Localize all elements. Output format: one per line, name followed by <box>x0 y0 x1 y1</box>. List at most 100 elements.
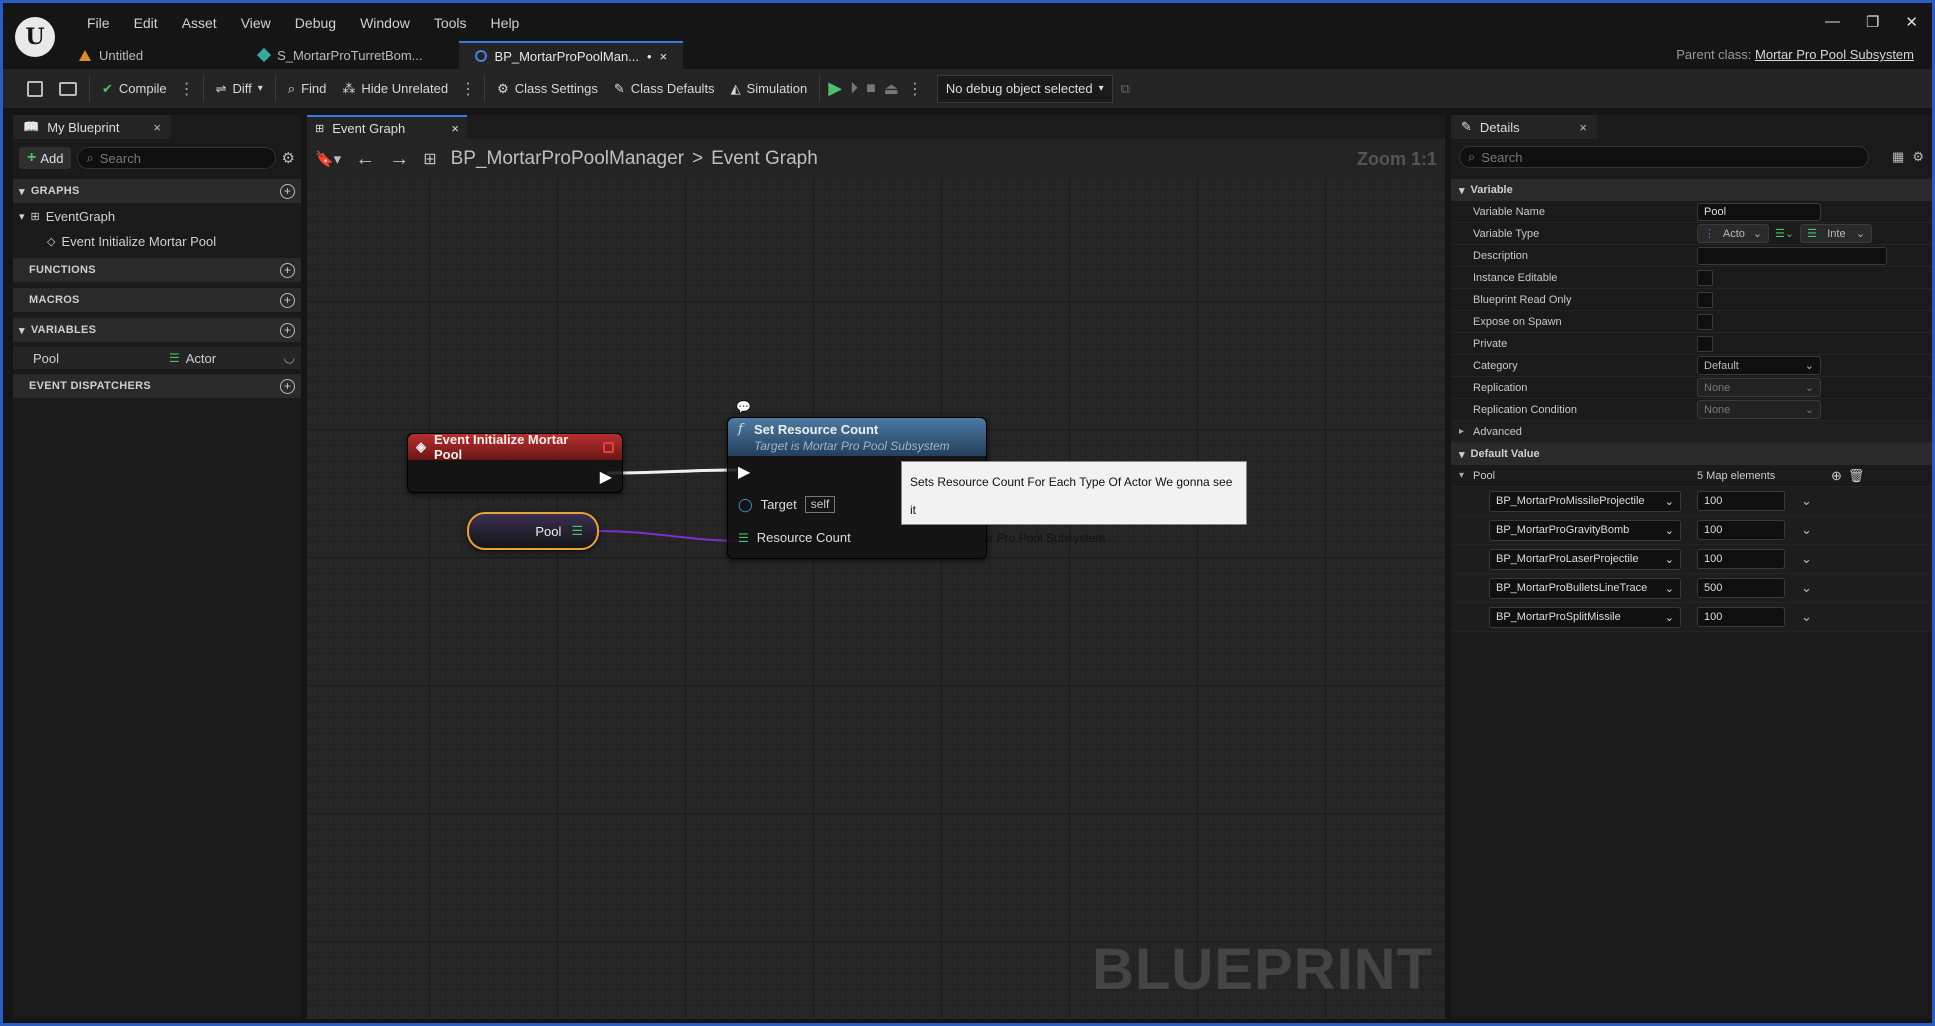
breadcrumb-graph[interactable]: Event Graph <box>711 148 818 170</box>
entry-options-icon[interactable]: ⌄ <box>1801 580 1812 596</box>
menu-debug[interactable]: Debug <box>283 13 348 33</box>
add-element-icon[interactable]: ⊕ <box>1831 468 1842 484</box>
category-select[interactable]: Default ⌄ <box>1697 356 1821 375</box>
map-key-select[interactable]: BP_MortarProSplitMissile ⌄ <box>1489 606 1681 628</box>
gear-icon[interactable]: ⚙ <box>282 149 295 167</box>
default-value-section[interactable]: ▾ Default Value <box>1451 443 1932 465</box>
container-type-select[interactable]: ☰⌄ <box>1775 227 1794 240</box>
bookmark-icon[interactable]: 🔖▾ <box>315 150 341 168</box>
save-button[interactable] <box>3 69 51 109</box>
pool-variable-node[interactable]: Pool ☰ <box>467 512 599 550</box>
class-settings-button[interactable]: ⚙ Class Settings <box>489 69 606 109</box>
menu-edit[interactable]: Edit <box>122 13 170 33</box>
add-variable-icon[interactable]: + <box>280 322 295 338</box>
variable-name-input[interactable]: Pool <box>1697 202 1821 221</box>
visibility-eye-icon[interactable]: ◡ <box>284 350 295 366</box>
delegate-pin-icon[interactable] <box>603 441 614 453</box>
menu-window[interactable]: Window <box>348 13 422 33</box>
simulation-button[interactable]: ◭ Simulation <box>723 69 816 109</box>
variable-key-type-select[interactable]: ⋮ Acto ⌄ <box>1697 224 1769 243</box>
graphs-section[interactable]: ▾ GRAPHS + <box>13 179 301 203</box>
tree-item-event[interactable]: ◇ Event Initialize Mortar Pool <box>47 234 216 249</box>
close-icon[interactable]: × <box>451 121 459 136</box>
close-tab-icon[interactable]: × <box>660 49 668 64</box>
map-key-select[interactable]: BP_MortarProMissileProjectile ⌄ <box>1489 490 1681 512</box>
menu-tools[interactable]: Tools <box>422 13 479 33</box>
stop-button[interactable]: ■ <box>862 69 880 109</box>
details-tab[interactable]: ✎ Details × <box>1451 115 1597 139</box>
add-function-icon[interactable]: + <box>280 262 295 278</box>
close-icon[interactable]: × <box>1579 120 1587 135</box>
hide-unrelated-button[interactable]: ⁂ Hide Unrelated <box>334 69 456 109</box>
expose-on-spawn-checkbox[interactable] <box>1697 313 1713 330</box>
map-value-input[interactable]: 100 <box>1697 607 1785 627</box>
menu-help[interactable]: Help <box>479 13 532 33</box>
step-button[interactable]: ⏵ <box>846 69 862 109</box>
map-pin-icon[interactable]: ☰ <box>571 523 583 539</box>
close-icon[interactable]: × <box>153 120 161 135</box>
comment-bubble-icon[interactable]: 💬 <box>736 400 751 414</box>
private-checkbox[interactable] <box>1697 335 1713 352</box>
unreal-logo-icon[interactable]: U <box>15 17 55 57</box>
debug-object-select[interactable]: No debug object selected ▾ <box>936 74 1113 103</box>
add-macro-icon[interactable]: + <box>280 292 295 308</box>
back-arrow-icon[interactable]: ← <box>355 148 375 171</box>
menu-file[interactable]: File <box>75 13 122 33</box>
entry-options-icon[interactable]: ⌄ <box>1801 522 1812 538</box>
find-button[interactable]: ⌕ Find <box>280 69 335 109</box>
compile-options-icon[interactable]: ⋮ <box>175 79 199 99</box>
forward-arrow-icon[interactable]: → <box>389 148 409 171</box>
debug-filter-button[interactable]: ⧉ <box>1113 69 1138 109</box>
diff-button[interactable]: ⇌ Diff ▾ <box>208 69 271 109</box>
add-dispatcher-icon[interactable]: + <box>280 378 295 394</box>
menu-asset[interactable]: Asset <box>170 13 229 33</box>
exec-in-pin-icon[interactable]: ▶ <box>738 462 750 482</box>
doc-tab-blueprint[interactable]: BP_MortarProPoolMan... • × <box>458 41 684 69</box>
macros-section[interactable]: MACROS + <box>13 288 301 312</box>
entry-options-icon[interactable]: ⌄ <box>1801 609 1812 625</box>
gear-icon[interactable]: ⚙ <box>1912 149 1924 165</box>
browse-button[interactable] <box>51 69 85 109</box>
trash-icon[interactable]: 🗑 <box>1848 468 1865 484</box>
exec-out-pin-icon[interactable]: ▶ <box>600 467 612 487</box>
instance-editable-checkbox[interactable] <box>1697 269 1713 286</box>
event-node[interactable]: ◈ Event Initialize Mortar Pool ▶ <box>407 432 623 493</box>
table-view-icon[interactable]: ▦ <box>1892 149 1904 165</box>
functions-section[interactable]: FUNCTIONS + <box>13 258 301 282</box>
map-value-input[interactable]: 500 <box>1697 578 1785 598</box>
parent-class-link[interactable]: Mortar Pro Pool Subsystem <box>1755 47 1914 62</box>
target-pin[interactable]: ◯ Target self <box>738 496 836 513</box>
restore-icon[interactable]: ❐ <box>1866 13 1879 31</box>
resource-count-pin[interactable]: ☰ Resource Count <box>738 530 851 545</box>
target-self-value[interactable]: self <box>804 496 836 513</box>
advanced-row[interactable]: ▸ Advanced <box>1451 421 1932 443</box>
eject-button[interactable]: ⏏ <box>880 69 903 109</box>
compile-button[interactable]: ✔ Compile <box>94 69 175 109</box>
map-value-input[interactable]: 100 <box>1697 491 1785 511</box>
map-value-input[interactable]: 100 <box>1697 520 1785 540</box>
variable-row-pool[interactable]: Pool ☰ Actor ◡ <box>13 347 301 369</box>
event-graph-tab[interactable]: ⊞ Event Graph × <box>307 115 467 139</box>
map-key-select[interactable]: BP_MortarProLaserProjectile ⌄ <box>1489 548 1681 570</box>
entry-options-icon[interactable]: ⌄ <box>1801 493 1812 509</box>
breadcrumb-blueprint[interactable]: BP_MortarProPoolManager <box>451 148 684 170</box>
variable-value-type-select[interactable]: ☰ Inte ⌄ <box>1800 224 1873 243</box>
my-blueprint-search[interactable]: ⌕ Search <box>77 147 276 169</box>
add-button[interactable]: + Add <box>19 147 72 169</box>
close-window-icon[interactable]: ✕ <box>1905 13 1918 31</box>
replication-select[interactable]: None ⌄ <box>1697 378 1821 397</box>
variables-section[interactable]: ▾ VARIABLES + <box>13 318 301 342</box>
play-options-icon[interactable]: ⋮ <box>903 79 927 99</box>
menu-view[interactable]: View <box>229 13 283 33</box>
doc-tab-struct[interactable]: S_MortarProTurretBom... <box>159 41 438 69</box>
map-key-select[interactable]: BP_MortarProGravityBomb ⌄ <box>1489 519 1681 541</box>
description-input[interactable] <box>1697 246 1887 265</box>
graph-canvas[interactable]: ◈ Event Initialize Mortar Pool ▶ Pool ☰ … <box>307 179 1445 1019</box>
entry-options-icon[interactable]: ⌄ <box>1801 551 1812 567</box>
map-value-input[interactable]: 100 <box>1697 549 1785 569</box>
blueprint-read-only-checkbox[interactable] <box>1697 291 1713 308</box>
play-button[interactable]: ▶ <box>824 69 846 109</box>
map-key-select[interactable]: BP_MortarProBulletsLineTrace ⌄ <box>1489 577 1681 599</box>
replication-condition-select[interactable]: None ⌄ <box>1697 400 1821 419</box>
variable-section[interactable]: ▾ Variable <box>1451 179 1932 201</box>
